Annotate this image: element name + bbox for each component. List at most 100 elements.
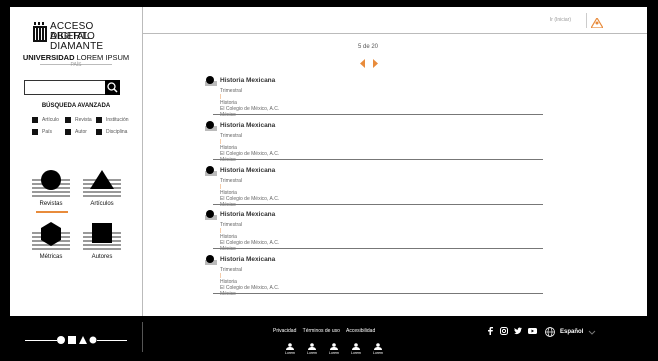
language-label: Español xyxy=(560,329,584,335)
tile-revistas[interactable]: Revistas xyxy=(30,167,72,213)
result-title[interactable]: Historia Mexicana xyxy=(220,122,275,129)
social-icons xyxy=(488,327,537,335)
person-label: Lorem xyxy=(285,351,295,355)
checkbox[interactable] xyxy=(96,117,102,123)
filter-institucion[interactable]: Institución xyxy=(96,117,129,123)
university-bold: UNIVERSIDAD xyxy=(22,53,75,62)
checkbox[interactable] xyxy=(96,129,102,135)
divider xyxy=(586,13,587,28)
search-icon xyxy=(107,82,118,93)
terms-link[interactable]: Términos de uso xyxy=(303,328,340,334)
result-title[interactable]: Historia Mexicana xyxy=(220,256,275,263)
prev-page-button xyxy=(360,59,365,68)
pagination-label: 5 de 20 xyxy=(358,44,379,50)
country: México xyxy=(220,112,236,118)
footer-shapes-logo xyxy=(57,336,97,344)
divider xyxy=(213,204,543,205)
square-icon xyxy=(83,223,121,250)
instagram-icon[interactable] xyxy=(500,327,508,335)
circle-icon xyxy=(205,76,217,86)
globe-icon xyxy=(545,327,555,337)
checkbox[interactable] xyxy=(32,117,38,123)
checkbox[interactable] xyxy=(65,117,71,123)
result-title[interactable]: Historia Mexicana xyxy=(220,167,275,174)
tile-label: Artículos xyxy=(90,201,114,207)
person-label: Lorem xyxy=(307,351,317,355)
next-page-button xyxy=(373,59,378,68)
result-item[interactable]: Historia Mexicana Trimestral | Historia El… xyxy=(205,75,543,118)
person-label: Lorem xyxy=(329,351,339,355)
filter-label: Artículo xyxy=(42,117,59,123)
facebook-icon[interactable] xyxy=(488,327,494,335)
privacy-link[interactable]: Privacidad xyxy=(273,328,296,334)
people-row: Lorem Lorem Lorem Lorem Lorem xyxy=(283,343,385,355)
tile-metricas[interactable]: Métricas xyxy=(30,220,72,260)
country-label: PAÍS xyxy=(70,62,82,68)
filter-label: Autor xyxy=(75,129,87,135)
filter-label: Institución xyxy=(106,117,129,123)
tile-label: Autores xyxy=(91,254,113,260)
result-title[interactable]: Historia Mexicana xyxy=(220,77,275,84)
footer-links: Privacidad Términos de uso Accesibilidad xyxy=(273,328,380,334)
filter-disciplina[interactable]: Disciplina xyxy=(96,129,127,135)
filter-articulo[interactable]: Artículo xyxy=(32,117,59,123)
circle-icon xyxy=(205,210,217,220)
result-item[interactable]: Historia Mexicana Trimestral | Historia El… xyxy=(205,254,543,297)
result-item[interactable]: Historia Mexicana Trimestral | Historia El… xyxy=(205,120,543,163)
logo-icon xyxy=(33,22,47,42)
user-icon[interactable] xyxy=(589,15,605,33)
person-label: Lorem xyxy=(373,351,383,355)
top-bar: Ir (Iniciar) xyxy=(143,7,647,34)
filter-label: Revista xyxy=(75,117,92,123)
person-icon xyxy=(374,343,382,350)
filter-label: País xyxy=(42,129,53,135)
filter-revista[interactable]: Revista xyxy=(65,117,92,123)
filter-autor[interactable]: Autor xyxy=(65,129,87,135)
checkbox[interactable] xyxy=(32,129,38,135)
tile-label: Métricas xyxy=(39,254,63,260)
hexagon-icon xyxy=(32,222,70,250)
pagination-arrows xyxy=(360,55,380,73)
person-item[interactable]: Lorem xyxy=(371,343,385,355)
youtube-icon[interactable] xyxy=(528,327,537,335)
filter-group: Artículo Revista Institución País Autor … xyxy=(32,117,142,141)
chevron-down-icon xyxy=(588,330,596,335)
accessibility-link[interactable]: Accesibilidad xyxy=(346,328,375,334)
divider xyxy=(142,322,143,352)
circle-icon xyxy=(205,121,217,131)
checkbox[interactable] xyxy=(65,129,71,135)
filter-pais[interactable]: País xyxy=(32,129,52,135)
active-underline xyxy=(36,211,68,213)
tile-articulos[interactable]: Artículos xyxy=(81,167,123,207)
divider xyxy=(97,340,127,341)
university-name: UNIVERSIDAD LOREM IPSUM xyxy=(10,53,142,62)
triangle-icon xyxy=(83,170,121,197)
tile-autores[interactable]: Autores xyxy=(81,220,123,260)
footer: Privacidad Términos de uso Accesibilidad… xyxy=(0,316,658,361)
language-selector[interactable]: Español xyxy=(545,327,596,337)
country: México xyxy=(220,202,236,208)
circle-icon xyxy=(205,255,217,265)
person-item[interactable]: Lorem xyxy=(283,343,297,355)
result-item[interactable]: Historia Mexicana Trimestral | Historia El… xyxy=(205,165,543,208)
person-label: Lorem xyxy=(351,351,361,355)
divider xyxy=(213,248,543,249)
circle-icon xyxy=(32,170,70,197)
twitter-icon[interactable] xyxy=(514,327,522,335)
result-item[interactable]: Historia Mexicana Trimestral | Historia El… xyxy=(205,209,543,252)
advanced-search-link[interactable]: BÚSQUEDA AVANZADA xyxy=(10,103,142,109)
divider xyxy=(213,114,543,115)
search-button[interactable] xyxy=(105,80,120,95)
login-link[interactable]: Ir (Iniciar) xyxy=(550,17,571,23)
circle-icon xyxy=(205,166,217,176)
result-title[interactable]: Historia Mexicana xyxy=(220,211,275,218)
country: México xyxy=(220,246,236,252)
person-item[interactable]: Lorem xyxy=(327,343,341,355)
country: México xyxy=(220,157,236,163)
person-item[interactable]: Lorem xyxy=(349,343,363,355)
university-rest: LOREM IPSUM xyxy=(76,53,130,62)
person-item[interactable]: Lorem xyxy=(305,343,319,355)
person-icon xyxy=(286,343,294,350)
person-icon xyxy=(330,343,338,350)
sidebar: ACCESO ABIERTO DIGITAL DIAMANTE UNIVERSI… xyxy=(10,7,143,316)
